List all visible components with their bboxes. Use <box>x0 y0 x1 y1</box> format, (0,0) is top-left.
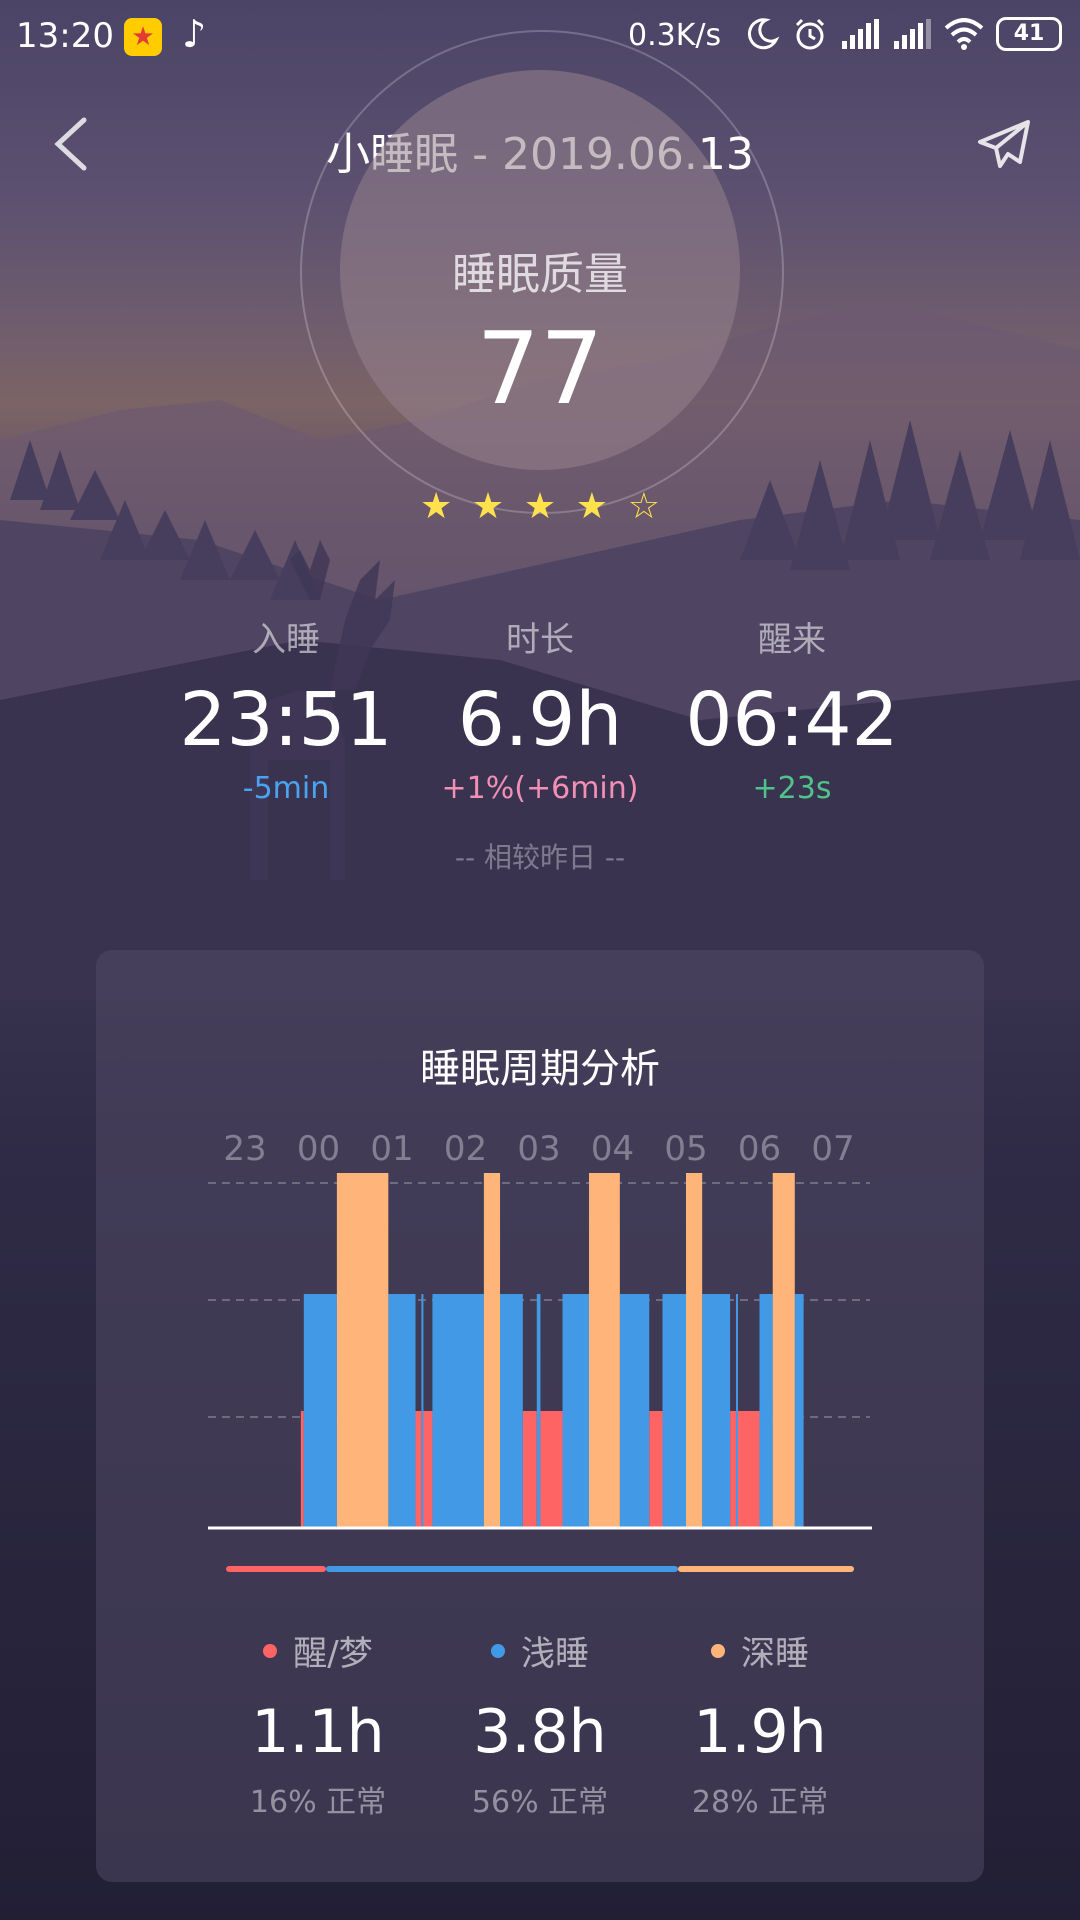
bar-light <box>432 1294 484 1528</box>
x-tick-label: 02 <box>444 1129 487 1169</box>
bar-awake <box>649 1411 663 1528</box>
legend-awake-hours: 1.1h <box>251 1697 385 1767</box>
bar-awake <box>422 1411 433 1528</box>
bar-light <box>735 1294 738 1528</box>
x-tick-label: 06 <box>738 1129 781 1169</box>
light-dot-icon <box>491 1643 505 1658</box>
legend-awake-pct: 16% 正常 <box>249 1785 387 1820</box>
x-tick-label: 00 <box>297 1129 340 1169</box>
bar-awake <box>522 1411 537 1528</box>
bar-deep <box>336 1173 389 1528</box>
bar-light <box>759 1294 773 1528</box>
x-tick-label: 04 <box>591 1129 634 1169</box>
legend-deep: 深睡 1.9h 28% 正常 <box>630 1626 890 1821</box>
bar-awake <box>300 1411 304 1528</box>
bar-deep <box>686 1173 703 1528</box>
bar-deep <box>483 1173 501 1528</box>
bar-light <box>421 1294 424 1528</box>
x-tick-label: 05 <box>664 1129 707 1169</box>
awake-dot-icon <box>263 1643 278 1658</box>
legend-light-label: 浅睡 <box>521 1634 589 1674</box>
bar-light <box>536 1294 541 1528</box>
bar-light <box>794 1294 804 1528</box>
bar-light <box>388 1294 416 1528</box>
bar-light <box>662 1294 686 1528</box>
bar-deep <box>588 1173 620 1528</box>
legend-awake-label: 醒/梦 <box>293 1634 373 1674</box>
bar-awake <box>415 1411 422 1528</box>
bar-awake <box>737 1411 760 1528</box>
summary-bar-light <box>326 1566 679 1572</box>
x-tick-label: 23 <box>223 1129 266 1169</box>
bar-deep <box>772 1173 795 1528</box>
summary-bar-awake <box>226 1566 327 1572</box>
bar-awake <box>540 1411 563 1528</box>
bar-awake <box>730 1411 736 1528</box>
bar-light <box>303 1294 337 1528</box>
bar-light <box>562 1294 589 1528</box>
legend-deep-pct: 28% 正常 <box>691 1785 829 1820</box>
bar-light <box>702 1294 731 1528</box>
x-tick-label: 03 <box>517 1129 560 1169</box>
x-tick-label: 01 <box>370 1129 413 1169</box>
bar-light <box>619 1294 650 1528</box>
summary-bar-deep <box>678 1566 854 1572</box>
legend-deep-hours: 1.9h <box>693 1697 827 1767</box>
legend-awake: 醒/梦 1.1h 16% 正常 <box>188 1626 448 1821</box>
x-tick-label: 07 <box>811 1129 854 1169</box>
legend-deep-label: 深睡 <box>741 1634 809 1674</box>
bar-light <box>500 1294 523 1528</box>
deep-dot-icon <box>711 1643 725 1658</box>
